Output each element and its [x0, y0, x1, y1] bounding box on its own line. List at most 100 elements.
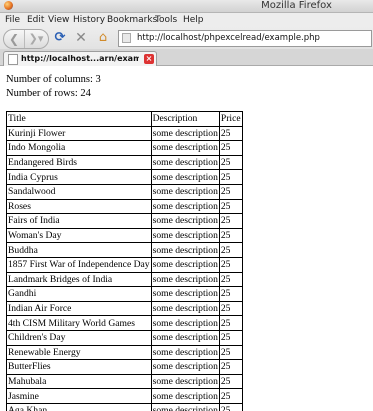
home-icon[interactable]: ⌂ — [95, 30, 111, 46]
cell-description: some description — [150, 373, 220, 390]
cell-title: Roses — [6, 198, 152, 215]
table-row: Jasmine some description 25 — [6, 388, 243, 404]
cell-description: some description — [150, 315, 220, 331]
table-row: Woman's Day some description 25 — [6, 227, 243, 244]
menu-tools[interactable]: Tools — [155, 13, 177, 27]
cell-title: Fairs of India — [6, 213, 152, 229]
table-row: Aga Khan some description 25 — [6, 402, 243, 411]
cell-title: 4th CISM Military World Games — [6, 315, 152, 331]
tab-label[interactable]: http://localhost...arn/example.php — [21, 52, 139, 66]
cell-price: 25 — [218, 183, 243, 200]
menu-file[interactable]: File — [5, 13, 20, 27]
header-description: Description — [150, 111, 220, 127]
forward-arrow-icon: ❯▾ — [28, 32, 44, 45]
cell-description: some description — [150, 183, 220, 200]
table-row: ButterFlies some description 25 — [6, 359, 243, 375]
window-title-text: Mozilla Firefox — [261, 0, 332, 11]
url-bar[interactable]: http://localhost/phpexcelread/example.ph… — [118, 30, 372, 47]
cell-price: 25 — [218, 300, 243, 317]
page-content: Number of columns: 3 Number of rows: 24 … — [0, 66, 373, 411]
cell-description: some description — [150, 286, 220, 302]
cell-title: Woman's Day — [6, 227, 152, 244]
table-row: Indian Air Force some description 25 — [6, 300, 243, 317]
table-row: Sandalwood some description 25 — [6, 183, 243, 200]
table-row: Buddha some description 25 — [6, 242, 243, 258]
cell-description: some description — [150, 271, 220, 288]
cell-description: some description — [150, 256, 220, 273]
cell-price: 25 — [218, 329, 243, 346]
table-row: Renewable Energy some description 25 — [6, 344, 243, 361]
table-row: Fairs of India some description 25 — [6, 213, 243, 229]
cell-price: 25 — [218, 271, 243, 288]
url-text[interactable]: http://localhost/phpexcelread/example.ph… — [137, 31, 320, 46]
tab-example-php[interactable]: http://localhost...arn/example.php × — [3, 51, 157, 66]
cell-description: some description — [150, 227, 220, 244]
cell-price: 25 — [218, 286, 243, 302]
table-body: Kurinji Flower some description 25 Indo Mon… — [6, 125, 243, 411]
menu-help[interactable]: Help — [183, 13, 204, 27]
back-forward-group: ❮ ❯▾ — [3, 29, 49, 49]
header-title: Title — [6, 111, 152, 127]
cell-description: some description — [150, 359, 220, 375]
cell-price: 25 — [218, 154, 243, 171]
header-price: Price — [218, 111, 243, 127]
cell-title: Indo Mongolia — [6, 140, 152, 156]
menu-edit[interactable]: Edit — [27, 13, 44, 27]
cell-title: Indian Air Force — [6, 300, 152, 317]
cell-price: 25 — [218, 198, 243, 215]
cell-price: 25 — [218, 344, 243, 361]
cell-title: Kurinji Flower — [6, 125, 152, 142]
back-button[interactable]: ❮ — [4, 30, 25, 48]
cell-price: 25 — [218, 315, 243, 331]
cell-title: Mahubala — [6, 373, 152, 390]
cell-price: 25 — [218, 256, 243, 273]
cell-price: 25 — [218, 242, 243, 258]
table-row: Gandhi some description 25 — [6, 286, 243, 302]
cell-description: some description — [150, 125, 220, 142]
cell-description: some description — [150, 388, 220, 404]
cell-title: Sandalwood — [6, 183, 152, 200]
cell-description: some description — [150, 140, 220, 156]
back-arrow-icon: ❮ — [8, 32, 20, 46]
cell-price: 25 — [218, 402, 243, 411]
close-icon[interactable]: × — [144, 54, 154, 64]
table-row: Landmark Bridges of India some descriptio… — [6, 271, 243, 288]
cell-price: 25 — [218, 125, 243, 142]
menu-history[interactable]: History — [73, 13, 105, 27]
cell-title: India Cyprus — [6, 169, 152, 185]
stop-icon[interactable]: ✕ — [73, 30, 89, 46]
rows-count-text: Number of rows: 24 — [6, 88, 91, 99]
cell-description: some description — [150, 154, 220, 171]
cell-title: Landmark Bridges of India — [6, 271, 152, 288]
tab-bar: http://localhost...arn/example.php × — [0, 49, 373, 66]
table-row: Endangered Birds some description 25 — [6, 154, 243, 171]
forward-button[interactable]: ❯▾ — [25, 30, 47, 48]
cell-title: Renewable Energy — [6, 344, 152, 361]
menu-bookmarks[interactable]: Bookmarks — [107, 13, 157, 27]
cell-description: some description — [150, 242, 220, 258]
table-header-row: Title Description Price — [6, 111, 243, 127]
table-row: Roses some description 25 — [6, 198, 243, 215]
window-title: Mozilla Firefox — [0, 0, 373, 12]
cell-price: 25 — [218, 388, 243, 404]
table-row: 4th CISM Military World Games some descri… — [6, 315, 243, 331]
table-row: Kurinji Flower some description 25 — [6, 125, 243, 142]
menu-view[interactable]: View — [48, 13, 69, 27]
data-table: Title Description Price Kurinji Flower so… — [6, 111, 243, 411]
reload-icon[interactable]: ⟳ — [52, 30, 68, 46]
table-row: India Cyprus some description 25 — [6, 169, 243, 185]
cell-title: ButterFlies — [6, 359, 152, 375]
cell-title: Gandhi — [6, 286, 152, 302]
table-row: 1857 First War of Independence Day some d… — [6, 256, 243, 273]
cell-price: 25 — [218, 213, 243, 229]
cell-title: Children's Day — [6, 329, 152, 346]
cell-price: 25 — [218, 169, 243, 185]
cell-price: 25 — [218, 373, 243, 390]
menu-bar: File Edit View History Bookmarks Tools H… — [0, 13, 373, 27]
cell-description: some description — [150, 344, 220, 361]
cell-price: 25 — [218, 359, 243, 375]
cell-title: Endangered Birds — [6, 154, 152, 171]
navigation-toolbar: ❮ ❯▾ ⟳ ✕ ⌂ http://localhost/phpexcelread… — [0, 27, 373, 49]
cell-title: Aga Khan — [6, 402, 152, 411]
page-icon — [8, 54, 18, 65]
